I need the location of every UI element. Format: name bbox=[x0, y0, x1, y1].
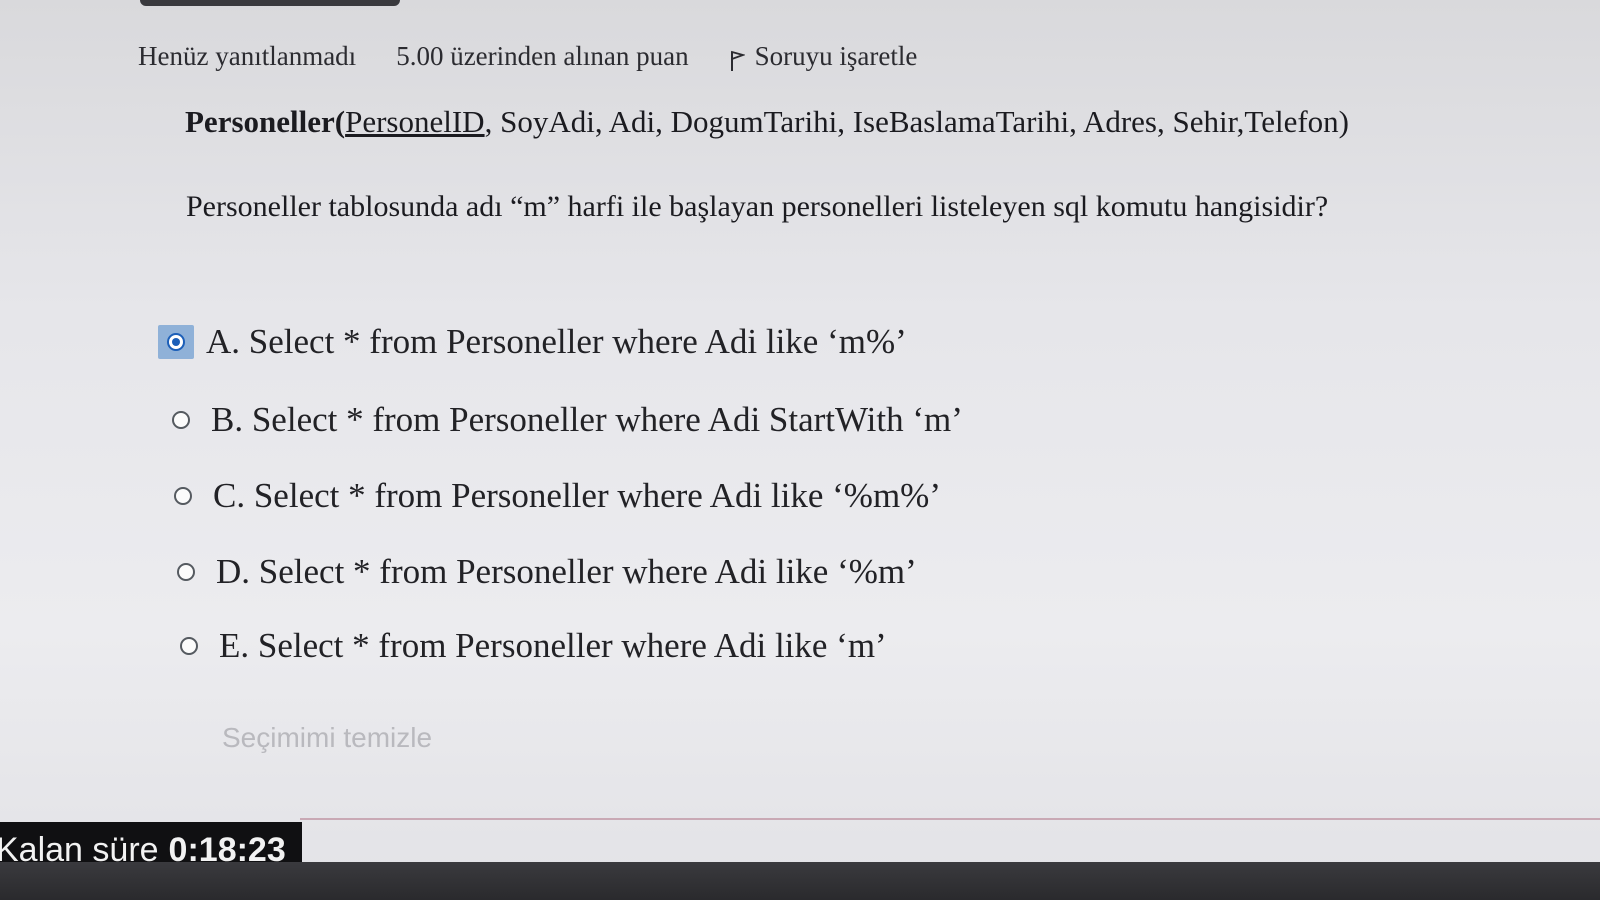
schema-columns: , SoyAdi, Adi, DogumTarihi, IseBaslamaTa… bbox=[484, 104, 1349, 139]
radio-button-e[interactable] bbox=[180, 637, 198, 655]
answer-option-e[interactable]: E. Select * from Personeller where Adi l… bbox=[171, 626, 887, 666]
schema-table-name: Personeller bbox=[185, 104, 335, 139]
answer-option-a[interactable]: A. Select * from Personeller where Adi l… bbox=[158, 322, 907, 362]
clear-choice-link[interactable]: Seçimimi temizle bbox=[222, 722, 432, 754]
schema-open-paren: ( bbox=[334, 104, 346, 139]
flag-question-label: Soruyu işaretle bbox=[754, 40, 918, 71]
question-info: Henüz yanıtlanmadı 5.00 üzerinden alınan… bbox=[138, 36, 917, 76]
radio-button-c[interactable] bbox=[174, 487, 192, 505]
table-schema: Personeller(PersonelID, SoyAdi, Adi, Dog… bbox=[185, 104, 1349, 140]
answer-status: Henüz yanıtlanmadı bbox=[138, 40, 357, 71]
radio-button-a[interactable] bbox=[167, 333, 185, 351]
answer-option-c[interactable]: C. Select * from Personeller where Adi l… bbox=[165, 476, 941, 516]
radio-button-b[interactable] bbox=[172, 411, 190, 429]
radio-wrap-d bbox=[168, 555, 204, 589]
radio-wrap-c bbox=[165, 479, 201, 513]
screen-bottom-bezel bbox=[0, 862, 1600, 900]
answer-option-label: A. Select * from Personeller where Adi l… bbox=[206, 322, 907, 361]
radio-wrap-b bbox=[163, 403, 199, 437]
answer-option-d[interactable]: D. Select * from Personeller where Adi l… bbox=[168, 552, 917, 592]
answer-option-label: E. Select * from Personeller where Adi l… bbox=[219, 626, 887, 665]
answer-option-label: B. Select * from Personeller where Adi S… bbox=[211, 400, 963, 439]
question-points: 5.00 üzerinden alınan puan bbox=[396, 40, 689, 71]
timer-divider bbox=[300, 818, 1600, 820]
radio-wrap-e bbox=[171, 629, 207, 663]
header-edge bbox=[140, 0, 400, 6]
flag-question-button[interactable]: Soruyu işaretle bbox=[729, 40, 918, 72]
answer-option-label: D. Select * from Personeller where Adi l… bbox=[216, 552, 917, 591]
flag-icon bbox=[729, 48, 746, 71]
answer-option-b[interactable]: B. Select * from Personeller where Adi S… bbox=[163, 400, 963, 440]
question-text: Personeller tablosunda adı “m” harfi ile… bbox=[186, 190, 1329, 223]
radio-wrap-a bbox=[158, 325, 194, 359]
answer-option-label: C. Select * from Personeller where Adi l… bbox=[213, 476, 941, 515]
radio-button-d[interactable] bbox=[177, 563, 195, 581]
schema-primary-key: PersonelID bbox=[345, 104, 485, 139]
